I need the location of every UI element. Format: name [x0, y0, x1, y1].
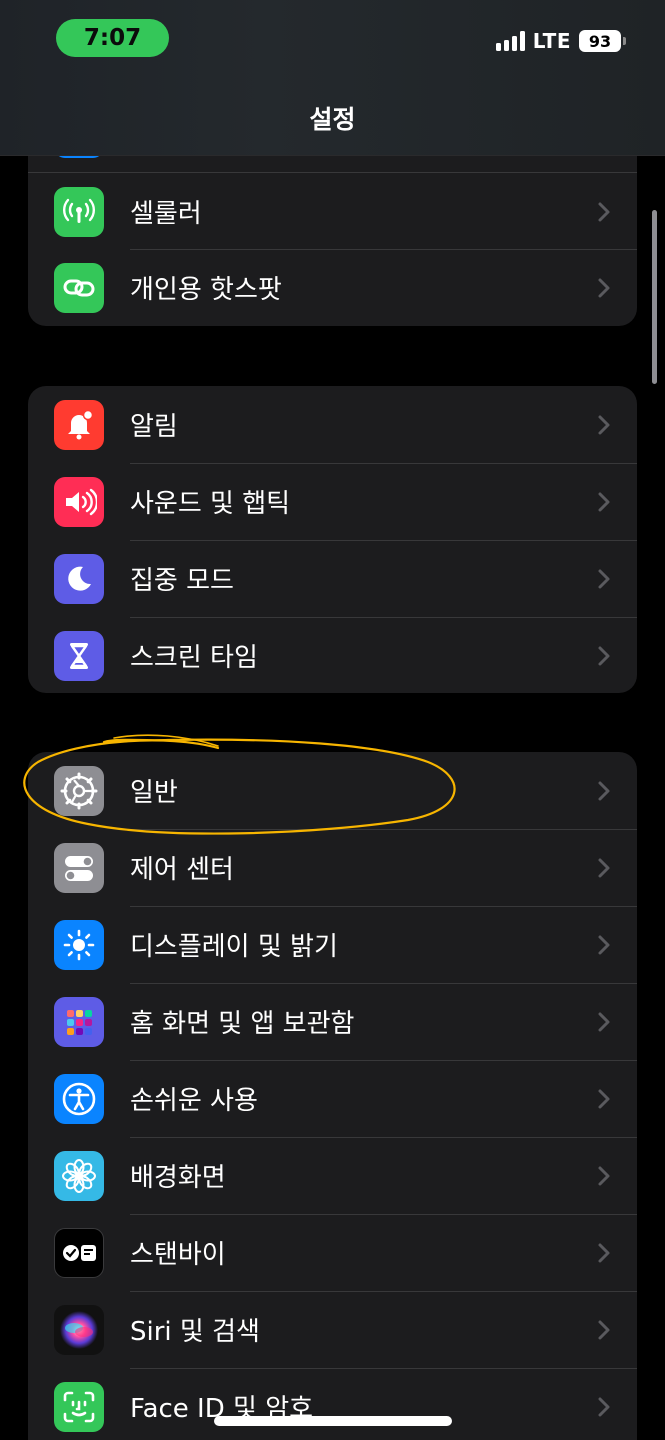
signal-icon — [495, 31, 525, 51]
settings-row-accessibility[interactable]: 손쉬운 사용 — [28, 1060, 637, 1137]
toggles-icon — [54, 843, 104, 893]
settings-row-label: 손쉬운 사용 — [130, 1086, 258, 1116]
chevron-right-icon — [598, 1166, 610, 1186]
settings-row-screen-time[interactable]: 스크린 타임 — [28, 617, 637, 693]
settings-row-label: 스탠바이 — [130, 1240, 226, 1270]
settings-row-display[interactable]: 디스플레이 및 밝기 — [28, 906, 637, 983]
settings-row-label: Siri 및 검색 — [130, 1317, 260, 1347]
settings-row-label: 집중 모드 — [130, 566, 234, 596]
settings-row-cellular[interactable]: 셀룰러 — [28, 172, 637, 249]
link-icon — [54, 263, 104, 313]
network-type: LTE — [532, 29, 571, 53]
settings-row-label: 배경화면 — [130, 1163, 226, 1193]
antenna-icon — [54, 187, 104, 237]
chevron-right-icon — [598, 492, 610, 512]
settings-screen: 7:07 LTE 93 설정 셀룰러 개인용 핫스팟 알림 사운드 및 햅틱 집… — [0, 0, 665, 1440]
chevron-right-icon — [598, 1397, 610, 1417]
settings-row-siri[interactable]: Siri 및 검색 — [28, 1291, 637, 1368]
settings-row-label: 일반 — [130, 778, 178, 808]
status-indicators: LTE 93 — [495, 28, 626, 54]
battery-icon: 93 — [579, 30, 626, 52]
settings-row-hotspot[interactable]: 개인용 핫스팟 — [28, 249, 637, 326]
bell-icon — [54, 400, 104, 450]
chevron-right-icon — [598, 1012, 610, 1032]
chevron-right-icon — [598, 1243, 610, 1263]
chevron-right-icon — [598, 646, 610, 666]
flower-icon — [54, 1151, 104, 1201]
chevron-right-icon — [598, 935, 610, 955]
settings-row-focus[interactable]: 집중 모드 — [28, 540, 637, 617]
settings-row-label: 알림 — [130, 412, 178, 442]
settings-row-home-screen[interactable]: 홈 화면 및 앱 보관함 — [28, 983, 637, 1060]
siri-icon — [54, 1305, 104, 1355]
accessibility-icon — [54, 1074, 104, 1124]
navigation-header: 7:07 LTE 93 설정 — [0, 0, 665, 156]
app-grid-icon — [54, 997, 104, 1047]
settings-group-notifications: 알림 사운드 및 햅틱 집중 모드 스크린 타임 — [28, 386, 637, 693]
status-time[interactable]: 7:07 — [56, 19, 169, 57]
chevron-right-icon — [598, 1320, 610, 1340]
chevron-right-icon — [598, 781, 610, 801]
settings-row-label: 제어 센터 — [130, 855, 234, 885]
chevron-right-icon — [598, 858, 610, 878]
settings-row-control-center[interactable]: 제어 센터 — [28, 829, 637, 906]
settings-row-label: 사운드 및 햅틱 — [130, 489, 291, 519]
page-title: 설정 — [309, 105, 356, 134]
gear-icon — [54, 766, 104, 816]
settings-row-standby[interactable]: 스탠바이 — [28, 1214, 637, 1291]
settings-row-label: 개인용 핫스팟 — [130, 275, 282, 305]
settings-row-sounds[interactable]: 사운드 및 햅틱 — [28, 463, 637, 540]
settings-row-general[interactable]: 일반 — [28, 752, 637, 829]
settings-row-notifications[interactable]: 알림 — [28, 386, 637, 463]
battery-level: 93 — [588, 31, 612, 51]
scroll-indicator[interactable] — [652, 210, 657, 384]
face-id-icon — [54, 1382, 104, 1432]
standby-icon — [54, 1228, 104, 1278]
home-indicator[interactable] — [214, 1416, 452, 1426]
speaker-icon — [54, 477, 104, 527]
settings-row-label: 셀룰러 — [130, 198, 202, 229]
settings-group-general: 일반 제어 센터 디스플레이 및 밝기 홈 화면 및 앱 보관함 손쉬운 사용 … — [28, 752, 637, 1440]
sun-icon — [54, 920, 104, 970]
settings-row-label: 디스플레이 및 밝기 — [130, 932, 338, 962]
settings-row-label: 홈 화면 및 앱 보관함 — [130, 1009, 355, 1039]
chevron-right-icon — [598, 415, 610, 435]
chevron-right-icon — [598, 1089, 610, 1109]
hourglass-icon — [54, 631, 104, 681]
moon-icon — [54, 554, 104, 604]
chevron-right-icon — [598, 278, 610, 298]
settings-row-face-id[interactable]: Face ID 및 암호 — [28, 1368, 637, 1440]
settings-row-wallpaper[interactable]: 배경화면 — [28, 1137, 637, 1214]
chevron-right-icon — [598, 202, 610, 222]
chevron-right-icon — [598, 569, 610, 589]
settings-row-label: 스크린 타임 — [130, 643, 258, 673]
